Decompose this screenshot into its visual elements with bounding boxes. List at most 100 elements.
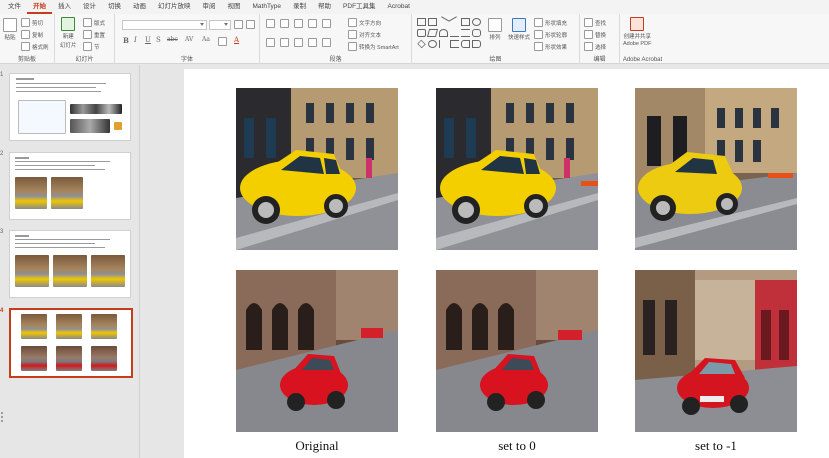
rect-shape-icon[interactable] — [461, 18, 470, 26]
align-center-button[interactable] — [280, 38, 289, 47]
tab-acrobat[interactable]: Acrobat — [382, 0, 416, 14]
format-painter-label: 格式刷 — [32, 44, 49, 51]
select-button[interactable]: 选择 — [584, 42, 606, 51]
bold-button[interactable]: B — [123, 36, 129, 45]
tab-review[interactable]: 审阅 — [197, 0, 222, 14]
yellow-car-original-image[interactable] — [236, 88, 398, 250]
shape-fill-button[interactable]: 形状填充 — [534, 18, 567, 27]
reset-button[interactable]: 重置 — [83, 30, 105, 39]
create-share-pdf-button[interactable]: 创建并共享 Adobe PDF — [623, 17, 651, 47]
font-size-combo[interactable] — [209, 20, 231, 30]
smartart-label: 转换为 SmartArt — [359, 44, 399, 51]
tab-insert[interactable]: 插入 — [52, 0, 77, 14]
change-case-button[interactable]: Aa — [202, 36, 210, 43]
diamond-shape-icon[interactable] — [417, 39, 426, 49]
circle-shape-icon[interactable] — [428, 40, 437, 48]
yellow-car-set-to-minus-1-image[interactable] — [635, 88, 797, 250]
layout-button[interactable]: 版式 — [83, 18, 105, 27]
tab-design[interactable]: 设计 — [77, 0, 102, 14]
parallelogram-shape-icon[interactable] — [426, 29, 439, 37]
red-car-original-image[interactable] — [236, 270, 398, 432]
tab-slideshow[interactable]: 幻灯片放映 — [152, 0, 197, 14]
tab-home[interactable]: 开始 — [27, 0, 52, 14]
thumb-image — [53, 255, 87, 287]
thumb-image-strip — [70, 104, 122, 114]
thumb-image — [91, 314, 117, 339]
format-painter-button[interactable]: 格式刷 — [21, 42, 49, 51]
slide-canvas[interactable]: Original set to 0 set to -1 — [184, 69, 829, 458]
smartart-button[interactable]: 转换为 SmartArt — [348, 42, 399, 51]
text-direction-button[interactable]: 文字方向 — [348, 18, 381, 27]
copy-button[interactable]: 复制 — [21, 30, 43, 39]
acrobat-group: 创建并共享 Adobe PDF Adobe Acrobat — [620, 14, 665, 64]
oval-shape-icon[interactable] — [472, 18, 481, 26]
shadow-button[interactable]: S — [156, 36, 161, 44]
vline-shape-icon[interactable] — [439, 40, 448, 48]
left-brace-shape-icon[interactable] — [461, 40, 470, 48]
columns-button[interactable] — [322, 38, 331, 47]
align-right-button[interactable] — [294, 38, 303, 47]
align-left-button[interactable] — [266, 38, 275, 47]
slide-thumbnail-3[interactable] — [9, 230, 131, 298]
font-name-combo[interactable] — [122, 20, 207, 30]
curve-shape-icon[interactable] — [450, 29, 459, 37]
align-text-button[interactable]: 对齐文本 — [348, 30, 381, 39]
underline-button[interactable]: U — [145, 36, 151, 44]
numbering-button[interactable] — [280, 19, 289, 28]
pane-resize-handle[interactable] — [0, 410, 4, 430]
tab-help[interactable]: 帮助 — [312, 0, 337, 14]
bullets-button[interactable] — [266, 19, 275, 28]
line-spacing-button[interactable] — [322, 19, 331, 28]
char-spacing-button[interactable]: AV — [185, 36, 193, 43]
thumb-image — [51, 177, 83, 209]
slide-thumbnail-pane[interactable]: 1 2 3 4 — [0, 65, 140, 458]
paste-button[interactable]: 粘贴 — [3, 18, 17, 41]
brace-shape-icon[interactable] — [472, 29, 481, 37]
slide-thumbnail-1[interactable] — [9, 73, 131, 141]
quick-styles-button[interactable]: 快速样式 — [508, 18, 530, 41]
layout-label: 版式 — [94, 20, 106, 27]
font-color-button[interactable]: A — [234, 36, 239, 44]
tab-record[interactable]: 录制 — [287, 0, 312, 14]
arc-shape-icon[interactable] — [439, 29, 448, 37]
slide-number: 1 — [0, 72, 4, 78]
red-car-set-to-minus-1-image[interactable] — [635, 270, 797, 432]
replace-button[interactable]: 替换 — [584, 30, 606, 39]
left-bracket-shape-icon[interactable] — [450, 40, 459, 48]
tab-mathtype[interactable]: MathType — [247, 0, 288, 14]
section-button[interactable]: 节 — [83, 42, 100, 51]
strikethrough-button[interactable]: abc — [167, 36, 178, 43]
arrow-shape-icon[interactable] — [448, 16, 461, 28]
cut-button[interactable]: 剪切 — [21, 18, 43, 27]
increase-indent-button[interactable] — [308, 19, 317, 28]
textbox-shape-icon[interactable] — [417, 18, 426, 26]
tab-pdf-tools[interactable]: PDF工具集 — [337, 0, 382, 14]
bracket-shape-icon[interactable] — [461, 29, 470, 37]
slide-thumbnail-2[interactable] — [9, 152, 131, 220]
arrange-button[interactable]: 排列 — [488, 18, 502, 41]
rounded-rect-shape-icon[interactable] — [417, 29, 426, 37]
tab-transitions[interactable]: 切换 — [102, 0, 127, 14]
tab-view[interactable]: 视图 — [222, 0, 247, 14]
shapes-gallery[interactable] — [417, 16, 485, 50]
tab-animations[interactable]: 动画 — [127, 0, 152, 14]
yellow-car-set-to-0-image[interactable] — [436, 88, 598, 250]
tab-file[interactable]: 文件 — [2, 0, 27, 14]
justify-button[interactable] — [308, 38, 317, 47]
italic-button[interactable]: I — [134, 36, 137, 44]
clear-format-button[interactable] — [218, 37, 227, 46]
thumb-text-line — [15, 161, 110, 162]
right-brace-shape-icon[interactable] — [472, 40, 481, 48]
red-car-set-to-0-image[interactable] — [436, 270, 598, 432]
shrink-font-button[interactable] — [246, 20, 255, 29]
decrease-indent-button[interactable] — [294, 19, 303, 28]
shape-outline-button[interactable]: 形状轮廓 — [534, 30, 567, 39]
shape-effects-button[interactable]: 形状效果 — [534, 42, 567, 51]
grow-font-button[interactable] — [234, 20, 243, 29]
outdent-icon — [294, 19, 303, 28]
rectangle-shape-icon[interactable] — [428, 18, 437, 26]
find-button[interactable]: 查找 — [584, 18, 606, 27]
slide-thumbnail-4[interactable] — [9, 308, 133, 378]
line-shape-icon[interactable] — [437, 16, 450, 28]
new-slide-button[interactable]: 新建 幻灯片 — [60, 17, 77, 49]
